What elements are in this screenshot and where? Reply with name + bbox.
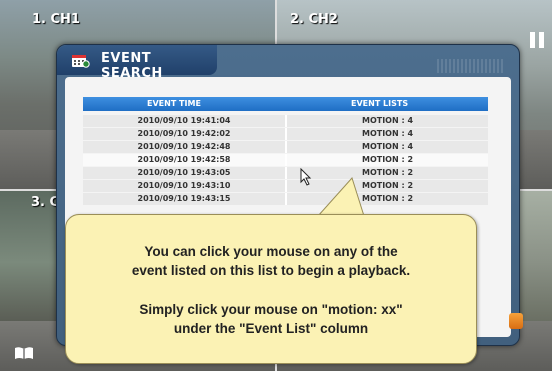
channel-label: 3. C [31,195,60,210]
event-list-cell[interactable]: MOTION : 2 [287,155,488,164]
event-list-cell[interactable]: MOTION : 2 [287,181,488,190]
table-row[interactable]: 2010/09/10 19:43:05 MOTION : 2 [83,167,488,179]
event-list-cell[interactable]: MOTION : 2 [287,168,488,177]
event-time-cell[interactable]: 2010/09/10 19:43:05 [83,168,285,177]
column-header-event-time: EVENT TIME [147,99,201,108]
event-list-cell[interactable]: MOTION : 4 [287,129,488,138]
dialog-header: EVENT SEARCH [57,45,217,81]
event-list-cell[interactable]: MOTION : 4 [287,142,488,151]
event-time-cell[interactable]: 2010/09/10 19:42:48 [83,142,285,151]
column-header-event-lists: EVENT LISTS [351,99,409,108]
mouse-cursor-icon [300,168,312,186]
calendar-search-icon [72,55,90,68]
channel-label: 1. CH1 [32,12,80,27]
channel-label: 2. CH2 [290,12,338,27]
event-list-cell[interactable]: MOTION : 4 [287,116,488,125]
callout-line: under the "Event List" column [173,321,369,336]
header-texture [437,59,503,73]
callout-line: You can click your mouse on any of the [144,244,398,259]
callout-line: Simply click your mouse on "motion: xx" [139,302,403,317]
table-row[interactable]: 2010/09/10 19:41:04 MOTION : 4 [83,115,488,127]
table-row[interactable]: 2010/09/10 19:42:48 MOTION : 4 [83,141,488,153]
event-time-cell[interactable]: 2010/09/10 19:42:02 [83,129,285,138]
instruction-callout: You can click your mouse on any of the e… [65,214,477,364]
event-time-cell[interactable]: 2010/09/10 19:42:58 [83,155,285,164]
event-table: 2010/09/10 19:41:04 MOTION : 4 2010/09/1… [83,115,488,206]
event-table-header: EVENT TIME EVENT LISTS [83,97,488,111]
table-row[interactable]: 2010/09/10 19:43:10 MOTION : 2 [83,180,488,192]
book-icon[interactable] [14,346,34,360]
event-time-cell[interactable]: 2010/09/10 19:43:15 [83,194,285,203]
callout-line: event listed on this list to begin a pla… [131,263,411,278]
event-time-cell[interactable]: 2010/09/10 19:43:10 [83,181,285,190]
table-row[interactable]: 2010/09/10 19:43:15 MOTION : 2 [83,193,488,205]
close-button[interactable] [509,313,523,329]
event-list-cell[interactable]: MOTION : 2 [287,194,488,203]
pause-icon[interactable] [530,32,544,48]
event-time-cell[interactable]: 2010/09/10 19:41:04 [83,116,285,125]
table-row[interactable]: 2010/09/10 19:42:02 MOTION : 4 [83,128,488,140]
table-row[interactable]: 2010/09/10 19:42:58 MOTION : 2 [83,154,488,166]
